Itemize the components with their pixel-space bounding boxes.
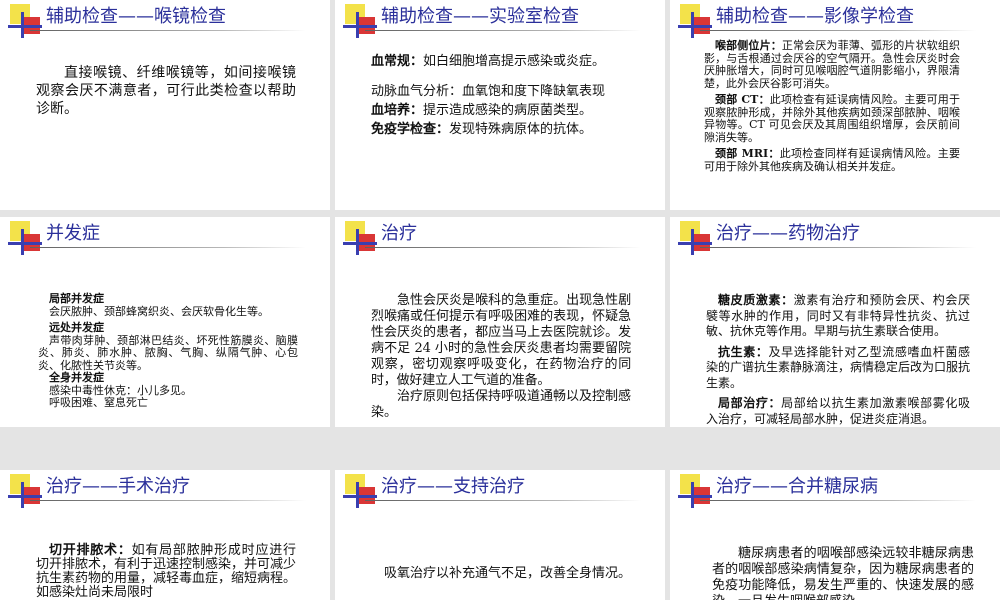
body-paragraph: 免疫学检查：发现特殊病原体的抗体。 [371, 122, 631, 138]
body-paragraph: 喉部侧位片：正常会厌为菲薄、弧形的片状软组织影，与舌根通过会厌谷的空气隔开。急性… [704, 39, 960, 90]
body-paragraph: 糖皮质激素：激素有治疗和预防会厌、杓会厌襞等水肿的作用，同时又有非特异性抗炎、抗… [706, 293, 970, 340]
slide-treatment[interactable]: 治疗 急性会厌炎是喉科的急重症。出现急性剧烈喉痛或任何提示有呼吸困难的表现，怀疑… [335, 217, 665, 427]
section-heading: 局部并发症 [49, 292, 104, 305]
slide-body: 切开排脓术：如有局部脓肿形成时应进行切开排脓术，有利于迅速控制感染，并可减少抗生… [36, 544, 296, 600]
slide-body: 局部并发症 会厌脓肿、颈部蜂窝织炎、会厌软骨化生等。 远处并发症 声带肉芽肿、颈… [38, 292, 298, 410]
slide-title: 辅助检查——喉镜检查 [46, 6, 226, 27]
title-divider [30, 247, 306, 248]
slide-body: 糖皮质激素：激素有治疗和预防会厌、杓会厌襞等水肿的作用，同时又有非特异性抗炎、抗… [706, 293, 970, 427]
section-heading: 远处并发症 [49, 321, 104, 334]
slide-decoration-icon [678, 221, 712, 255]
title-divider [30, 30, 306, 31]
body-paragraph: 颈部 CT：此项检查有延误病情风险。主要可用于观察脓肿形成，并除外其他疾病如颈深… [704, 93, 960, 144]
body-paragraph: 治疗原则包括保持呼吸道通畅以及控制感染。 [371, 389, 632, 420]
slide-decoration-icon [8, 474, 42, 508]
term-label: 喉部侧位片： [715, 39, 782, 52]
slide-decoration-icon [678, 474, 712, 508]
slide-imaging[interactable]: 辅助检查——影像学检查 喉部侧位片：正常会厌为菲薄、弧形的片状软组织影，与舌根通… [670, 0, 1000, 210]
term-label: 血培养： [371, 103, 424, 118]
title-divider [365, 30, 641, 31]
title-divider [30, 500, 306, 501]
slide-lab-tests[interactable]: 辅助检查——实验室检查 血常规：如白细胞增高提示感染或炎症。 动脉血气分析：血氧… [335, 0, 665, 210]
slide-decoration-icon [678, 4, 712, 38]
term-label: 血常规： [371, 54, 424, 69]
slide-body: 喉部侧位片：正常会厌为菲薄、弧形的片状软组织影，与舌根通过会厌谷的空气隔开。急性… [704, 39, 960, 173]
slide-drug-therapy[interactable]: 治疗——药物治疗 糖皮质激素：激素有治疗和预防会厌、杓会厌襞等水肿的作用，同时又… [670, 217, 1000, 427]
body-paragraph: 局部治疗：局部给以抗生素加激素喉部雾化吸入治疗，可减轻局部水肿，促进炎症消退。 [706, 396, 970, 427]
title-divider [365, 500, 641, 501]
term-label: 免疫学检查： [371, 122, 450, 137]
body-paragraph: 急性会厌炎是喉科的急重症。出现急性剧烈喉痛或任何提示有呼吸困难的表现，怀疑急性会… [371, 293, 631, 388]
slide-surgery[interactable]: 治疗——手术治疗 切开排脓术：如有局部脓肿形成时应进行切开排脓术，有利于迅速控制… [0, 470, 330, 600]
slide-body: 直接喉镜、纤维喉镜等，如间接喉镜观察会厌不满意者，可行此类检查以帮助诊断。 [36, 64, 296, 118]
slide-body: 吸氧治疗以补充通气不足，改善全身情况。 [371, 566, 631, 582]
term-label: 局部治疗： [718, 396, 782, 410]
title-divider [700, 30, 976, 31]
slide-supportive[interactable]: 治疗——支持治疗 吸氧治疗以补充通气不足，改善全身情况。 [335, 470, 665, 600]
term-label: 糖皮质激素： [718, 293, 794, 307]
slide-title: 治疗——药物治疗 [716, 223, 860, 244]
slide-title: 治疗 [381, 223, 417, 244]
body-paragraph: 颈部 MRI：此项检查同样有延误病情风险。主要可用于除外其他疾病及确认相关并发症… [704, 147, 960, 173]
term-label: 颈部 CT： [715, 93, 770, 106]
slide-title: 辅助检查——实验室检查 [381, 6, 579, 27]
body-paragraph: 吸氧治疗以补充通气不足，改善全身情况。 [384, 566, 632, 581]
body-paragraph: 呼吸困难、窒息死亡 [49, 396, 148, 409]
title-divider [365, 247, 641, 248]
body-paragraph: 糖尿病患者的咽喉部感染远较非糖尿病患者的咽喉部感染病情复杂，因为糖尿病患者的免疫… [712, 546, 974, 600]
slide-title: 治疗——支持治疗 [381, 476, 525, 497]
slide-body: 血常规：如白细胞增高提示感染或炎症。 动脉血气分析：血氧饱和度下降缺氧表现 血培… [371, 54, 631, 138]
slide-laryngoscopy[interactable]: 辅助检查——喉镜检查 直接喉镜、纤维喉镜等，如间接喉镜观察会厌不满意者，可行此类… [0, 0, 330, 210]
body-paragraph: 切开排脓术：如有局部脓肿形成时应进行切开排脓术，有利于迅速控制感染，并可减少抗生… [36, 544, 296, 600]
slide-title: 辅助检查——影像学检查 [716, 6, 914, 27]
slide-body: 急性会厌炎是喉科的急重症。出现急性剧烈喉痛或任何提示有呼吸困难的表现，怀疑急性会… [371, 293, 631, 421]
body-paragraph: 抗生素：及早选择能针对乙型流感嗜血杆菌感染的广谱抗生素静脉滴注，病情稳定后改为口… [706, 345, 970, 392]
slide-decoration-icon [343, 4, 377, 38]
term-label: 切开排脓术： [49, 543, 132, 558]
slide-body: 糖尿病患者的咽喉部感染远较非糖尿病患者的咽喉部感染病情复杂，因为糖尿病患者的免疫… [712, 546, 974, 600]
slide-complications[interactable]: 并发症 局部并发症 会厌脓肿、颈部蜂窝织炎、会厌软骨化生等。 远处并发症 声带肉… [0, 217, 330, 427]
title-divider [700, 247, 976, 248]
body-paragraph: 直接喉镜、纤维喉镜等，如间接喉镜观察会厌不满意者，可行此类检查以帮助诊断。 [36, 65, 296, 117]
term-text: 发现特殊病原体的抗体。 [449, 122, 593, 137]
body-paragraph: 动脉血气分析：血氧饱和度下降缺氧表现 [371, 84, 606, 99]
slide-decoration-icon [8, 221, 42, 255]
body-paragraph: 声带肉芽肿、颈部淋巴结炎、坏死性筋膜炎、脑膜炎、肺炎、肺水肿、脓胸、气胸、纵隔气… [38, 333, 298, 372]
term-text: 如白细胞增高提示感染或炎症。 [423, 54, 606, 69]
slide-decoration-icon [343, 221, 377, 255]
slide-decoration-icon [343, 474, 377, 508]
body-paragraph: 会厌脓肿、颈部蜂窝织炎、会厌软骨化生等。 [49, 304, 269, 318]
term-text: 提示造成感染的病原菌类型。 [423, 103, 593, 118]
slide-decoration-icon [8, 4, 42, 38]
slide-title: 并发症 [46, 223, 100, 244]
slide-diabetes[interactable]: 治疗——合并糖尿病 糖尿病患者的咽喉部感染远较非糖尿病患者的咽喉部感染病情复杂，… [670, 470, 1000, 600]
title-divider [700, 500, 976, 501]
term-label: 抗生素： [718, 344, 769, 359]
slide-title: 治疗——合并糖尿病 [716, 476, 878, 497]
slide-title: 治疗——手术治疗 [46, 476, 190, 497]
term-label: 颈部 MRI： [715, 147, 780, 160]
body-paragraph: 血培养：提示造成感染的病原菌类型。 [371, 103, 631, 119]
body-paragraph: 血常规：如白细胞增高提示感染或炎症。 [371, 54, 631, 70]
section-heading: 全身并发症 [49, 371, 104, 384]
